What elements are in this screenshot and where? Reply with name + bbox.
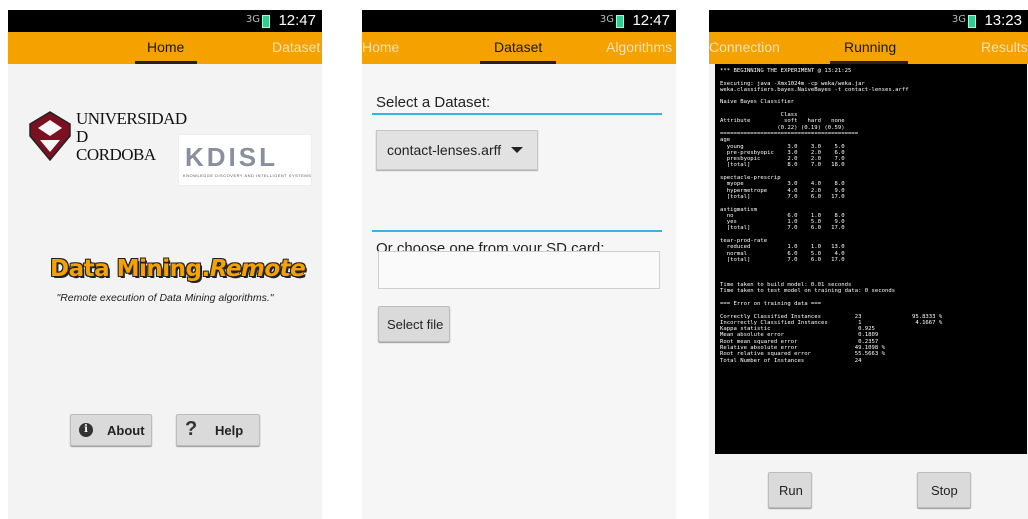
select-dataset-label: Select a Dataset: — [376, 94, 491, 111]
status-bar: 3G 12:47 — [8, 10, 322, 32]
phone-dataset-screen: 3G 12:47 Home Dataset Algorithms Select … — [362, 10, 676, 519]
tab-connection[interactable]: Connection — [709, 39, 780, 55]
question-mark-icon: ? — [185, 418, 198, 440]
about-label: About — [107, 423, 145, 438]
tab-bar: Connection Running Results — [709, 32, 1028, 64]
select-file-label: Select file — [387, 317, 444, 332]
phone-running-screen: 3G 13:23 Connection Running Results *** … — [709, 10, 1028, 519]
phone-home-screen: 3G 12:47 Home Dataset UNIVERSIDAD D CORD… — [8, 10, 322, 519]
help-label: Help — [215, 423, 244, 438]
help-button[interactable]: ? Help — [176, 414, 260, 446]
status-bar: 3G 12:47 — [362, 10, 676, 32]
sd-file-path-input[interactable] — [378, 251, 660, 289]
section-divider — [372, 113, 662, 115]
signal-icon: 3G — [951, 14, 966, 25]
tab-bar: Home Dataset Algorithms — [362, 32, 676, 64]
status-time: 13:23 — [984, 12, 1022, 29]
tab-algorithms[interactable]: Algorithms — [606, 39, 672, 55]
tab-bar: Home Dataset — [8, 32, 322, 64]
universidad-cordoba-logo: UNIVERSIDAD D CORDOBA — [26, 106, 187, 186]
university-line-1: UNIVERSIDAD — [76, 109, 187, 128]
tab-dataset[interactable]: Dataset — [272, 39, 320, 55]
status-time: 12:47 — [632, 12, 670, 29]
dropdown-caret-icon — [511, 147, 523, 153]
tab-home[interactable]: Home — [362, 39, 399, 55]
select-file-button[interactable]: Select file — [378, 306, 450, 342]
tab-home[interactable]: Home — [147, 39, 184, 55]
tab-results[interactable]: Results — [981, 39, 1028, 55]
stop-label: Stop — [931, 483, 958, 498]
app-logo-italic: Remote — [209, 256, 306, 282]
battery-icon — [616, 15, 624, 28]
battery-icon — [968, 15, 976, 28]
info-icon: i — [79, 423, 93, 437]
university-name: UNIVERSIDAD D CORDOBA — [76, 110, 187, 164]
dataset-dropdown[interactable]: contact-lenses.arff — [376, 130, 538, 170]
tab-running[interactable]: Running — [844, 39, 896, 55]
active-tab-indicator — [480, 61, 556, 64]
signal-icon: 3G — [599, 14, 614, 25]
status-time: 12:47 — [278, 12, 316, 29]
stop-button[interactable]: Stop — [917, 472, 971, 508]
app-tagline: "Remote execution of Data Mining algorit… — [56, 292, 274, 304]
kdis-logo-text: KDISL — [185, 142, 278, 172]
app-logo-main: Data Mining. — [50, 256, 210, 282]
university-line-3: CORDOBA — [76, 145, 156, 164]
status-bar: 3G 13:23 — [709, 10, 1028, 32]
kdis-logo: KDISL KNOWLEDGE DISCOVERY AND INTELLIGEN… — [178, 134, 312, 186]
kdis-logo-subtitle: KNOWLEDGE DISCOVERY AND INTELLIGENT SYST… — [183, 173, 312, 178]
run-button[interactable]: Run — [768, 472, 812, 508]
run-label: Run — [779, 483, 803, 498]
tab-dataset[interactable]: Dataset — [494, 39, 542, 55]
university-line-2: D — [76, 127, 88, 146]
battery-icon — [262, 15, 270, 28]
active-tab-indicator — [135, 61, 197, 64]
app-logo: Data Mining.Remote — [50, 256, 306, 282]
about-button[interactable]: i About — [70, 414, 152, 446]
experiment-console-output[interactable]: *** BEGINNING THE EXPERIMENT @ 13:21:25 … — [715, 64, 1027, 454]
university-shield-icon — [29, 111, 71, 162]
section-divider — [372, 230, 662, 232]
dataset-dropdown-value: contact-lenses.arff — [387, 142, 502, 158]
signal-icon: 3G — [245, 14, 260, 25]
